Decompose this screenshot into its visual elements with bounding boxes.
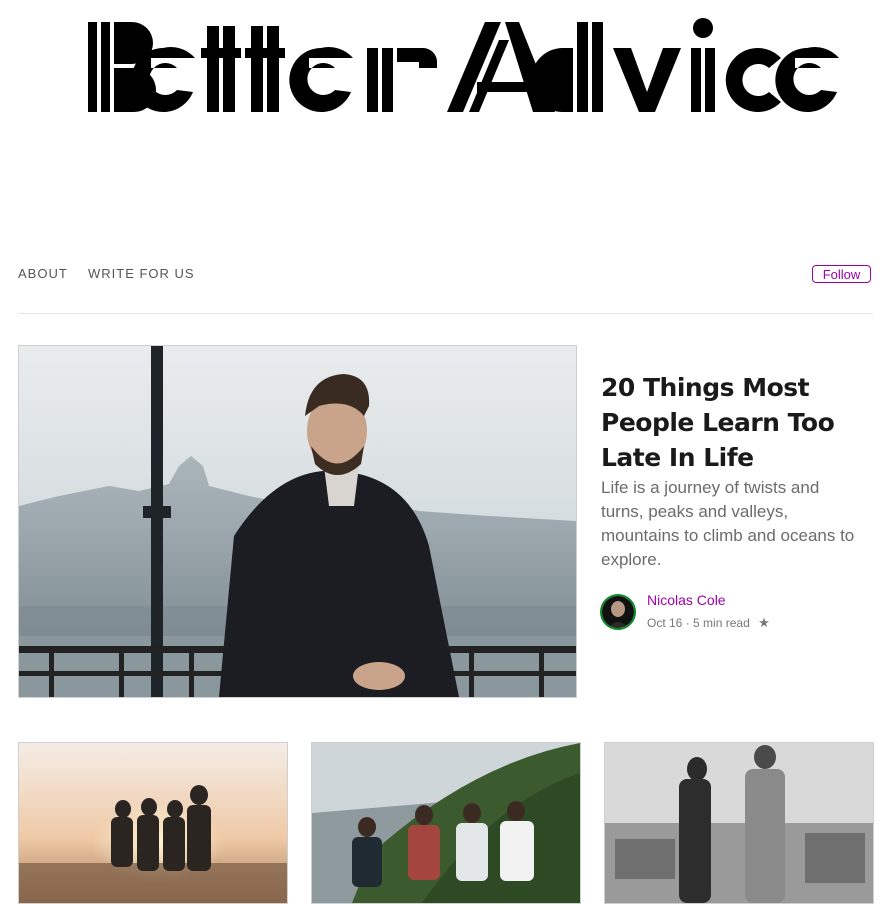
featured-story-excerpt: Life is a journey of twists and turns, p… (601, 478, 855, 569)
post-meta: Oct 16 · 5 min read ★ (647, 615, 770, 631)
nav-divider (18, 313, 873, 314)
story-card-image[interactable] (604, 742, 874, 904)
publication-logo[interactable] (85, 8, 840, 120)
follow-button[interactable]: Follow (812, 265, 871, 283)
author-avatar[interactable] (600, 594, 636, 630)
post-date: Oct 16 (647, 616, 683, 630)
featured-story-title[interactable]: 20 Things Most People Learn Too Late In … (601, 370, 861, 475)
read-time: 5 min read (693, 616, 750, 630)
nav-about-link[interactable]: ABOUT (18, 266, 68, 281)
nav-write-for-us-link[interactable]: WRITE FOR US (88, 266, 195, 281)
author-name-link[interactable]: Nicolas Cole (647, 592, 726, 608)
story-card-image[interactable] (311, 742, 581, 904)
top-navigation: ABOUT WRITE FOR US (18, 266, 873, 286)
star-icon[interactable]: ★ (758, 615, 770, 630)
story-card-image[interactable] (18, 742, 288, 904)
meta-separator: · (685, 616, 690, 630)
featured-story-image[interactable] (18, 345, 577, 698)
